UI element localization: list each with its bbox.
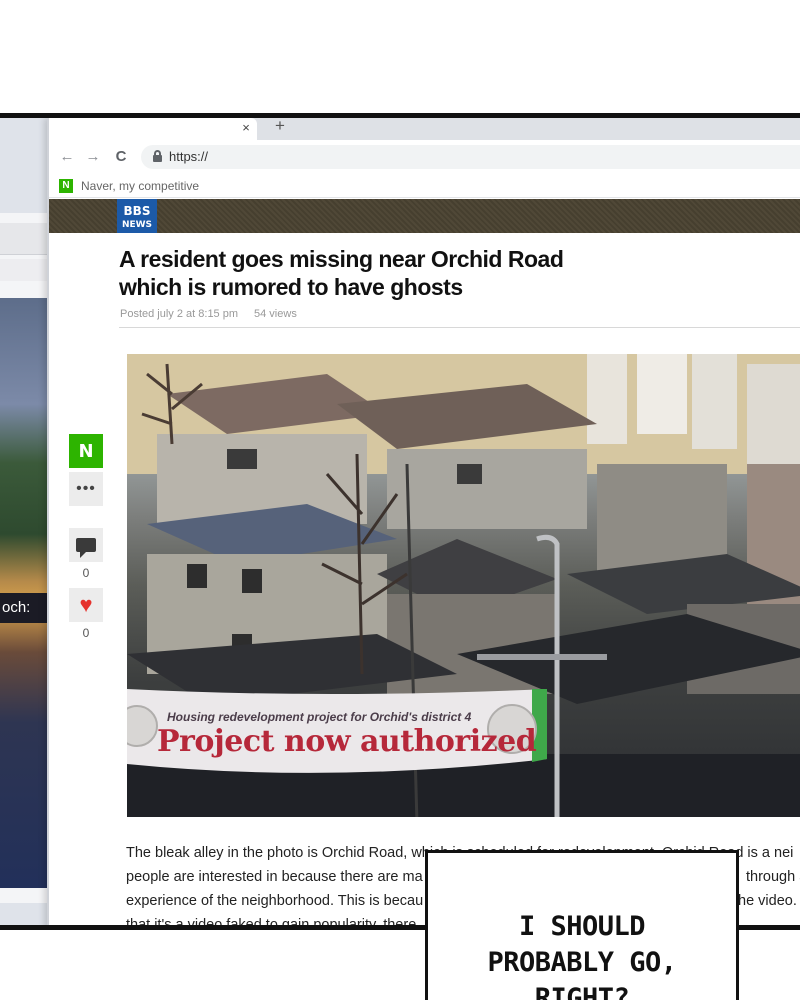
bookmarks-bar: N Naver, my competitive (49, 174, 800, 198)
comment-icon (76, 538, 96, 558)
banner-subtitle: Housing redevelopment project for Orchid… (167, 710, 472, 724)
bookmark-label: Naver, my competitive (81, 179, 200, 193)
like-count: 0 (82, 626, 90, 640)
speech-line-1: I SHOULD (518, 911, 646, 942)
speech-text: I SHOULD PROBABLY GO, RIGHT? (428, 909, 736, 1000)
url-text[interactable]: https:// (169, 149, 208, 164)
browser-toolbar: ← → C https:// (49, 140, 800, 174)
site-header-band (49, 199, 800, 233)
active-tab[interactable]: × (49, 118, 257, 140)
news-page: BBS NEWS A resident goes missing near Or… (49, 199, 800, 925)
header-divider (119, 327, 800, 328)
headline-line-2: which is rumored to have ghosts (119, 274, 463, 300)
new-tab-button[interactable]: + (271, 118, 289, 136)
bookmark-naver[interactable]: N Naver, my competitive (59, 177, 199, 195)
side-action-bar: N ••• 0 ♥ 0 (69, 434, 103, 648)
reload-icon[interactable]: C (111, 147, 131, 167)
naver-favicon-icon: N (59, 179, 73, 193)
back-arrow-icon[interactable]: ← (57, 147, 77, 167)
bbs-news-logo[interactable]: BBS NEWS (117, 199, 157, 233)
article-photo: Housing redevelopment project for Orchid… (127, 354, 800, 817)
article-meta: Posted july 2 at 8:15 pm 54 views (120, 308, 297, 320)
more-options-button[interactable]: ••• (69, 472, 103, 506)
article-headline: A resident goes missing near Orchid Road… (119, 245, 579, 301)
naver-share-button[interactable]: N (69, 434, 103, 468)
comment-count: 0 (82, 566, 90, 580)
speech-line-3: RIGHT? (534, 983, 630, 1000)
like-button[interactable]: ♥ (69, 588, 103, 622)
tab-strip: × + (49, 118, 800, 140)
close-tab-icon[interactable]: × (239, 119, 253, 137)
comic-panel: och: × + ← → C https:// N Naver, my comp… (0, 113, 800, 930)
banner-title: Project now authorized (157, 724, 537, 759)
posted-date: Posted july 2 at 8:15 pm (120, 308, 239, 320)
headline-line-1: A resident goes missing near Orchid Road (119, 246, 564, 272)
speech-box: I SHOULD PROBABLY GO, RIGHT? (425, 850, 739, 1000)
lock-icon (153, 150, 162, 162)
background-window-caption: och: (0, 593, 48, 623)
comment-button[interactable] (69, 528, 103, 562)
view-count: 54 views (254, 308, 297, 320)
address-bar[interactable]: https:// (141, 145, 800, 169)
browser-window: × + ← → C https:// N Naver, my competiti… (47, 118, 800, 925)
speech-line-2: PROBABLY GO, (487, 947, 677, 978)
forward-arrow-icon[interactable]: → (83, 147, 103, 167)
